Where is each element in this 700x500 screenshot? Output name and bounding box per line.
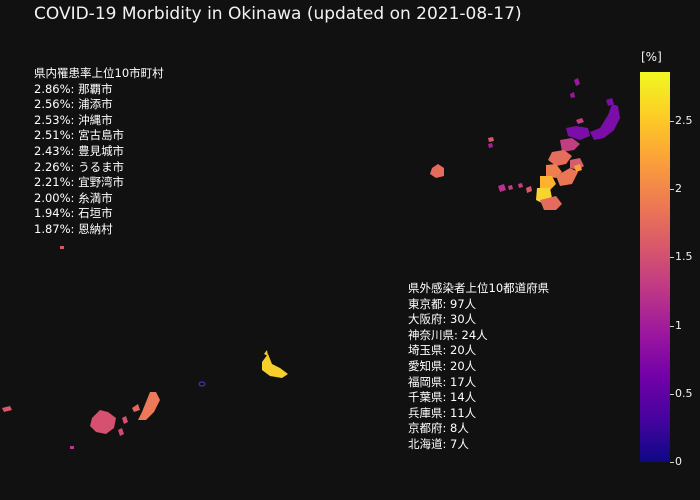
municipality-row: 2.56%: 浦添市 bbox=[34, 97, 113, 112]
municipality-row: 2.51%: 宮古島市 bbox=[34, 128, 125, 143]
colorbar-tick-mark bbox=[670, 462, 674, 463]
colorbar-tick-mark bbox=[670, 121, 674, 123]
colorbar-tick-label: 2.5 bbox=[675, 114, 693, 128]
colorbar bbox=[640, 72, 670, 462]
small-island[interactable] bbox=[60, 246, 64, 249]
top-municipalities-annotation: 県内罹患率上位10市町村 2.86%: 那覇市 2.56%: 浦添市 2.53%… bbox=[34, 66, 164, 238]
colorbar-tick-mark bbox=[670, 393, 674, 395]
colorbar-tick-label: 0 bbox=[675, 455, 682, 468]
colorbar-tick-mark bbox=[670, 257, 674, 259]
yonaguni-island[interactable] bbox=[2, 406, 12, 412]
colorbar-tick-label: 1.5 bbox=[675, 250, 693, 264]
municipality-row: 2.86%: 那覇市 bbox=[34, 81, 113, 96]
colorbar-tick-label: 2 bbox=[675, 182, 682, 196]
top-prefectures-heading: 県外感染者上位10都道府県 bbox=[408, 281, 550, 295]
municipality-row: 2.00%: 糸満市 bbox=[34, 190, 113, 205]
colorbar-title: [%] bbox=[641, 50, 662, 64]
municipality-row: 2.43%: 豊見城市 bbox=[34, 143, 125, 158]
colorbar-tick-mark bbox=[670, 325, 674, 327]
prefecture-row: 東京都: 97人 bbox=[408, 296, 477, 311]
prefecture-row: 兵庫県: 11人 bbox=[408, 405, 477, 420]
municipality-row: 1.94%: 石垣市 bbox=[34, 206, 113, 221]
prefecture-row: 愛知県: 20人 bbox=[408, 358, 477, 373]
municipality-row: 2.21%: 宜野湾市 bbox=[34, 175, 125, 190]
prefecture-row: 北海道: 7人 bbox=[408, 436, 469, 451]
tarama-island[interactable] bbox=[198, 381, 206, 387]
top-prefectures-annotation: 県外感染者上位10都道府県 東京都: 97人 大阪府: 30人 神奈川県: 24… bbox=[408, 281, 549, 453]
prefecture-row: 福岡県: 17人 bbox=[408, 374, 477, 389]
prefecture-row: 埼玉県: 20人 bbox=[408, 343, 477, 358]
colorbar-tick-label: 0.5 bbox=[675, 386, 693, 400]
iriomote-island[interactable] bbox=[90, 410, 116, 434]
prefecture-row: 京都府: 8人 bbox=[408, 421, 469, 436]
prefecture-row: 千葉県: 14人 bbox=[408, 390, 477, 405]
kume-island[interactable] bbox=[430, 164, 444, 178]
municipality-row: 2.26%: うるま市 bbox=[34, 159, 125, 174]
top-municipalities-heading: 県内罹患率上位10市町村 bbox=[34, 66, 164, 80]
prefecture-row: 神奈川県: 24人 bbox=[408, 327, 488, 342]
municipality-row: 1.87%: 恩納村 bbox=[34, 221, 113, 236]
miyako-island[interactable] bbox=[262, 354, 288, 378]
colorbar-tick-label: 1 bbox=[675, 318, 682, 332]
prefecture-row: 大阪府: 30人 bbox=[408, 312, 477, 327]
colorbar-tick-mark bbox=[670, 189, 674, 191]
municipality-row: 2.53%: 沖縄市 bbox=[34, 112, 113, 127]
ishigaki-island[interactable] bbox=[138, 392, 160, 420]
okinawa-main-island[interactable] bbox=[488, 78, 620, 210]
